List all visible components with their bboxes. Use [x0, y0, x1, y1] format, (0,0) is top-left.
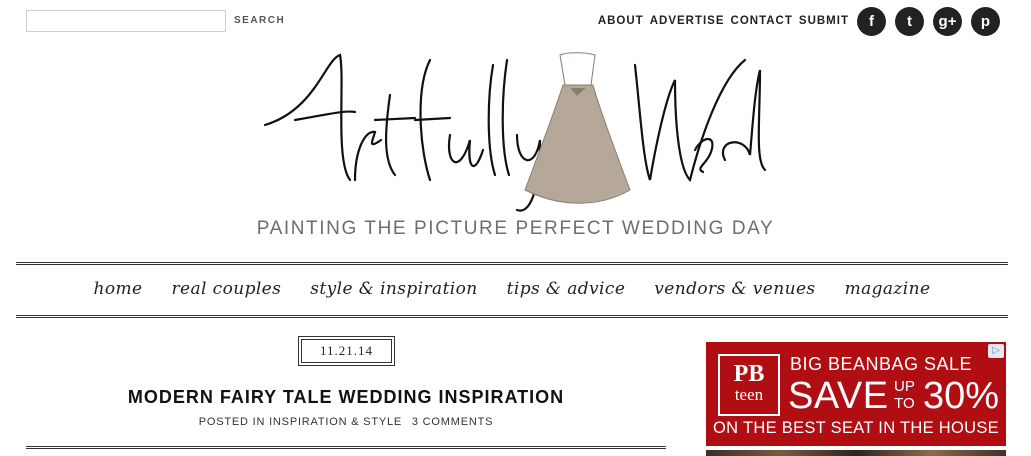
- top-nav-about[interactable]: ABOUT: [598, 15, 644, 27]
- post-date-box: 11.21.14: [298, 336, 395, 366]
- nav-vendors-venues[interactable]: vendors & venues: [654, 279, 815, 299]
- top-nav-contact[interactable]: CONTACT: [731, 15, 793, 27]
- post-title[interactable]: MODERN FAIRY TALE WEDDING INSPIRATION: [26, 387, 666, 408]
- nav-style-inspiration[interactable]: style & inspiration: [310, 279, 477, 299]
- search-button[interactable]: SEARCH: [234, 15, 285, 26]
- ad-to: TO: [894, 395, 915, 412]
- ad-brand-top: PB: [733, 361, 765, 387]
- post-meta: POSTED IN INSPIRATION & STYLE 3 COMMENTS: [26, 416, 666, 428]
- adchoices-icon[interactable]: ▷: [988, 344, 1004, 358]
- ad-footer: ON THE BEST SEAT IN THE HOUSE: [713, 419, 999, 437]
- social-links: f t g+ p: [857, 7, 1000, 36]
- ad-upto: UP TO: [894, 378, 915, 412]
- search-input[interactable]: [26, 10, 226, 32]
- sidebar-ad[interactable]: PB teen BIG BEANBAG SALE SAVE UP TO 30% …: [706, 342, 1006, 446]
- ad-image-strip: [706, 450, 1006, 456]
- post-date: 11.21.14: [301, 339, 392, 363]
- nav-home[interactable]: home: [94, 279, 143, 299]
- facebook-icon[interactable]: f: [857, 7, 886, 36]
- twitter-icon[interactable]: t: [895, 7, 924, 36]
- site-logo[interactable]: [255, 40, 775, 220]
- artfully-wed-logo-icon: [263, 52, 767, 212]
- ad-percent: 30%: [923, 375, 1000, 417]
- nav-tips-advice[interactable]: tips & advice: [507, 279, 626, 299]
- pbteen-logo: PB teen: [718, 354, 780, 416]
- post-category[interactable]: POSTED IN INSPIRATION & STYLE: [199, 416, 402, 428]
- top-nav: ABOUT ADVERTISE CONTACT SUBMIT: [598, 15, 849, 27]
- top-nav-submit[interactable]: SUBMIT: [799, 15, 849, 27]
- pinterest-icon[interactable]: p: [971, 7, 1000, 36]
- top-nav-advertise[interactable]: ADVERTISE: [650, 15, 725, 27]
- ad-headline: BIG BEANBAG SALE: [790, 354, 973, 374]
- ad-up: UP: [894, 378, 915, 395]
- ad-brand-bottom: teen: [734, 385, 764, 404]
- nav-magazine[interactable]: magazine: [845, 279, 931, 299]
- post-divider: [26, 446, 666, 449]
- google-plus-icon[interactable]: g+: [933, 7, 962, 36]
- site-tagline: PAINTING THE PICTURE PERFECT WEDDING DAY: [256, 218, 775, 239]
- post-comments-link[interactable]: 3 COMMENTS: [412, 416, 493, 428]
- main-nav: home real couples style & inspiration ti…: [16, 262, 1008, 318]
- nav-real-couples[interactable]: real couples: [172, 279, 282, 299]
- ad-save: SAVE: [788, 375, 889, 417]
